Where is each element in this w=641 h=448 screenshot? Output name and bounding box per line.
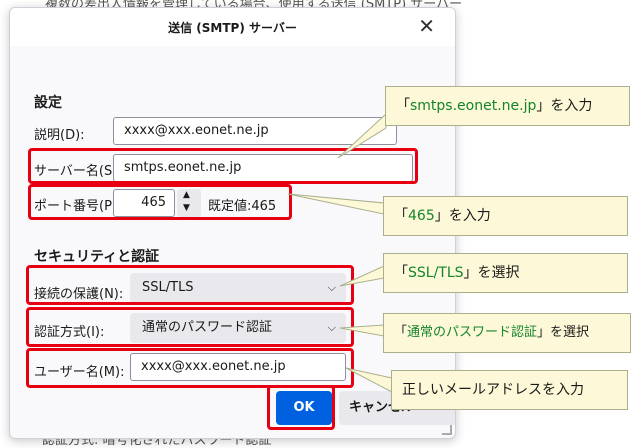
callout-port-value: 465 [408, 208, 435, 224]
callout-port: 「465」を入力 [383, 196, 628, 236]
callout-suffix: 」を入力 [434, 208, 491, 224]
callout-connection-value: SSL/TLS [408, 265, 464, 281]
callout-bracket-open: 「 [396, 98, 410, 114]
callout-bracket-open: 「 [394, 325, 408, 340]
pointer-server [337, 112, 387, 159]
callout-server-value: smtps.eonet.ne.jp [410, 98, 537, 114]
callout-suffix: 」を選択 [537, 325, 590, 340]
callout-suffix: 」を入力 [536, 98, 593, 114]
callout-suffix: 」を選択 [463, 265, 520, 281]
callout-username-text: 正しいメールアドレスを入力 [402, 382, 584, 398]
callout-connection-security: 「SSL/TLS」を選択 [383, 253, 628, 293]
callout-username: 正しいメールアドレスを入力 [391, 370, 628, 410]
callout-auth-value: 通常のパスワード認証 [407, 325, 538, 340]
pointer-auth [339, 324, 385, 337]
pointer-username [345, 367, 393, 393]
callout-bracket-open: 「 [394, 208, 408, 224]
callout-auth-method: 「通常のパスワード認証」を選択 [383, 313, 631, 353]
pointer-connection [339, 265, 385, 287]
pointer-port [287, 193, 385, 215]
callout-bracket-open: 「 [394, 265, 408, 281]
callout-server-name: 「smtps.eonet.ne.jp」を入力 [385, 86, 630, 126]
